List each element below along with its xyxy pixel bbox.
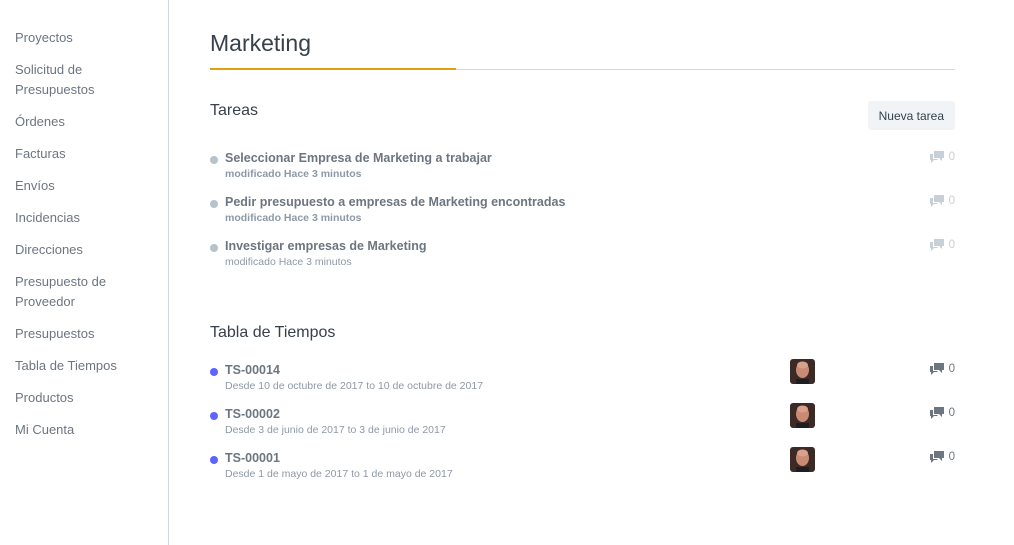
comment-count-value: 0 bbox=[948, 407, 955, 419]
sidebar-item-direcciones[interactable]: Direcciones bbox=[0, 238, 168, 270]
task-item: Investigar empresas de Marketing modific… bbox=[210, 239, 955, 275]
comment-count-value: 0 bbox=[948, 239, 955, 251]
timesheet-dates: Desde 3 de junio de 2017 to 3 de junio d… bbox=[225, 424, 446, 436]
timesheet-item: TS-00002 Desde 3 de junio de 2017 to 3 d… bbox=[210, 403, 955, 443]
comment-count-value: 0 bbox=[948, 451, 955, 463]
comment-count-value: 0 bbox=[948, 195, 955, 207]
new-task-button[interactable]: Nueva tarea bbox=[867, 101, 955, 130]
sidebar-item-incidencias[interactable]: Incidencias bbox=[0, 206, 168, 238]
timesheets-section-title: Tabla de Tiempos bbox=[210, 324, 336, 341]
timesheet-title[interactable]: TS-00001 bbox=[225, 451, 280, 465]
comment-count: 0 bbox=[929, 407, 955, 419]
timesheet-dates: Desde 1 de mayo de 2017 to 1 de mayo de … bbox=[225, 468, 453, 480]
sidebar-item-ordenes[interactable]: Órdenes bbox=[0, 110, 168, 142]
user-avatar bbox=[790, 447, 815, 472]
status-indicator bbox=[210, 412, 218, 420]
task-modified: modificado Hace 3 minutos bbox=[225, 168, 362, 180]
sidebar-item-productos[interactable]: Productos bbox=[0, 386, 168, 418]
status-indicator bbox=[210, 368, 218, 376]
comments-icon bbox=[929, 451, 945, 463]
comments-icon bbox=[929, 363, 945, 375]
sidebar-item-mi-cuenta[interactable]: Mi Cuenta bbox=[0, 418, 168, 450]
comments-icon bbox=[929, 239, 945, 251]
timesheet-title[interactable]: TS-00002 bbox=[225, 407, 280, 421]
task-item: Seleccionar Empresa de Marketing a traba… bbox=[210, 151, 955, 187]
timesheet-item: TS-00001 Desde 1 de mayo de 2017 to 1 de… bbox=[210, 447, 955, 487]
task-title[interactable]: Investigar empresas de Marketing bbox=[225, 239, 426, 253]
status-indicator bbox=[210, 156, 218, 164]
status-indicator bbox=[210, 244, 218, 252]
task-modified: modificado Hace 3 minutos bbox=[225, 256, 352, 268]
comment-count: 0 bbox=[929, 151, 955, 163]
comment-count: 0 bbox=[929, 195, 955, 207]
comments-icon bbox=[929, 407, 945, 419]
sidebar: Proyectos Solicitud de Presupuestos Órde… bbox=[0, 0, 169, 545]
task-modified: modificado Hace 3 minutos bbox=[225, 212, 362, 224]
sidebar-item-envios[interactable]: Envíos bbox=[0, 174, 168, 206]
sidebar-item-presupuesto-de-proveedor[interactable]: Presupuesto de Proveedor bbox=[0, 270, 168, 322]
sidebar-item-facturas[interactable]: Facturas bbox=[0, 142, 168, 174]
sidebar-item-solicitud-de-presupuestos[interactable]: Solicitud de Presupuestos bbox=[0, 58, 168, 110]
sidebar-item-tabla-de-tiempos[interactable]: Tabla de Tiempos bbox=[0, 354, 168, 386]
task-title[interactable]: Pedir presupuesto a empresas de Marketin… bbox=[225, 195, 565, 209]
status-indicator bbox=[210, 456, 218, 464]
user-avatar bbox=[790, 359, 815, 384]
timesheet-title[interactable]: TS-00014 bbox=[225, 363, 280, 377]
comment-count-value: 0 bbox=[948, 363, 955, 375]
task-item: Pedir presupuesto a empresas de Marketin… bbox=[210, 195, 955, 231]
comment-count: 0 bbox=[929, 239, 955, 251]
sidebar-item-proyectos[interactable]: Proyectos bbox=[0, 26, 168, 58]
comments-icon bbox=[929, 151, 945, 163]
task-title[interactable]: Seleccionar Empresa de Marketing a traba… bbox=[225, 151, 492, 165]
title-accent-underline bbox=[210, 68, 456, 70]
comment-count: 0 bbox=[929, 363, 955, 375]
user-avatar bbox=[790, 403, 815, 428]
status-indicator bbox=[210, 200, 218, 208]
comments-icon bbox=[929, 195, 945, 207]
timesheet-dates: Desde 10 de octubre de 2017 to 10 de oct… bbox=[225, 380, 484, 392]
timesheet-item: TS-00014 Desde 10 de octubre de 2017 to … bbox=[210, 359, 955, 399]
comment-count: 0 bbox=[929, 451, 955, 463]
comment-count-value: 0 bbox=[948, 151, 955, 163]
sidebar-item-presupuestos[interactable]: Presupuestos bbox=[0, 322, 168, 354]
tasks-section-title: Tareas bbox=[210, 102, 259, 119]
page-title: Marketing bbox=[210, 30, 311, 56]
